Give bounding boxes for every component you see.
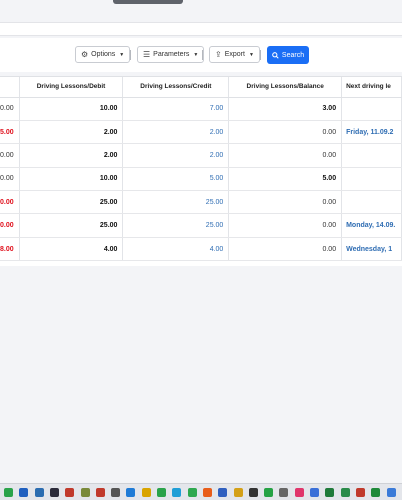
caret-down-icon: ▼ (248, 51, 254, 58)
amount-cell: 8.00 (0, 237, 20, 262)
balance-cell: 0.00 (228, 237, 343, 262)
credit-cell: 5.00 (122, 167, 230, 192)
next-lesson-cell[interactable]: Friday, 11.09.2 (341, 120, 402, 145)
app-icon-17[interactable] (248, 488, 258, 497)
table-row[interactable]: 0.00 10.00 5.00 5.00 (0, 167, 402, 192)
sliders-icon: ☰ (143, 50, 151, 59)
table-header-row: Driving Lessons/Debit Driving Lessons/Cr… (0, 77, 402, 98)
header-band (0, 22, 402, 36)
app-icon-3[interactable] (34, 488, 44, 497)
export-label: Export (224, 51, 245, 58)
toolbar-separator (260, 50, 261, 60)
search-label: Search (281, 51, 305, 59)
upload-icon: ⇪ (215, 50, 222, 59)
app-icon-2[interactable] (19, 488, 29, 497)
taskbar (0, 483, 402, 500)
caret-down-icon: ▼ (193, 51, 199, 58)
table-row[interactable]: 8.00 4.00 4.00 0.00 Wednesday, 1 (0, 237, 402, 262)
table-row[interactable]: 0.00 25.00 25.00 0.00 (0, 190, 402, 215)
app-icon-11[interactable] (157, 488, 166, 497)
amount-cell: 0.00 (0, 213, 20, 238)
data-table-container: Driving Lessons/Debit Driving Lessons/Cr… (0, 76, 402, 266)
credit-cell: 7.00 (122, 97, 230, 121)
app-icon-20[interactable] (294, 488, 304, 497)
table-row[interactable]: 0.00 10.00 7.00 3.00 (0, 97, 402, 121)
balance-cell: 0.00 (228, 190, 343, 215)
column-header-balance[interactable]: Driving Lessons/Balance (228, 77, 343, 98)
search-icon (272, 51, 279, 59)
app-icon-5[interactable] (65, 488, 75, 497)
gear-icon: ⚙ (81, 50, 89, 59)
next-lesson-cell (341, 143, 402, 168)
app-icon-24[interactable] (355, 488, 365, 497)
debit-cell: 2.00 (19, 120, 124, 145)
debit-cell: 25.00 (19, 213, 124, 238)
next-lesson-cell (341, 167, 402, 192)
balance-cell: 0.00 (228, 213, 343, 238)
next-lesson-cell (341, 97, 402, 121)
next-lesson-cell[interactable]: Monday, 14.09. (341, 213, 402, 238)
credit-cell: 2.00 (122, 120, 230, 145)
toolbar: ⚙ Options ▼ ☰ Parameters ▼ ⇪ Export ▼ Se… (0, 38, 402, 72)
amount-cell: 5.00 (0, 120, 20, 145)
app-icon-8[interactable] (111, 488, 121, 497)
amount-cell: 0.00 (0, 190, 20, 215)
balance-cell: 5.00 (228, 167, 343, 192)
app-icon-18[interactable] (264, 488, 274, 497)
toolbar-separator (202, 50, 203, 60)
balance-cell: 0.00 (228, 143, 343, 168)
app-icon-13[interactable] (187, 488, 197, 497)
balance-cell: 0.00 (228, 120, 343, 145)
table-row[interactable]: 0.00 25.00 25.00 0.00 Monday, 14.09. (0, 213, 402, 238)
parameters-label: Parameters (153, 51, 190, 58)
options-button[interactable]: ⚙ Options ▼ (75, 46, 131, 63)
credit-cell: 2.00 (122, 143, 230, 168)
parameters-button[interactable]: ☰ Parameters ▼ (137, 46, 205, 63)
app-icon-12[interactable] (172, 488, 182, 497)
app-icon-26[interactable] (386, 488, 396, 497)
app-icon-10[interactable] (141, 488, 151, 497)
debit-cell: 25.00 (19, 190, 124, 215)
app-icon-22[interactable] (325, 488, 335, 497)
debit-cell: 2.00 (19, 143, 124, 168)
options-label: Options (91, 51, 116, 58)
column-header-amount[interactable] (0, 77, 20, 98)
column-header-credit[interactable]: Driving Lessons/Credit (122, 77, 230, 98)
export-button[interactable]: ⇪ Export ▼ (209, 46, 260, 63)
caret-down-icon: ▼ (119, 51, 125, 58)
balance-cell: 3.00 (228, 97, 343, 121)
table-row[interactable]: 5.00 2.00 2.00 0.00 Friday, 11.09.2 (0, 120, 402, 145)
debit-cell: 10.00 (19, 167, 124, 192)
column-header-next-lesson[interactable]: Next driving le (341, 77, 402, 98)
credit-cell: 25.00 (122, 190, 230, 215)
app-icon-6[interactable] (80, 488, 90, 497)
app-icon-25[interactable] (371, 488, 381, 497)
next-lesson-cell (341, 190, 402, 215)
browser-top-area (0, 0, 402, 22)
amount-cell: 0.00 (0, 97, 20, 121)
column-header-debit[interactable]: Driving Lessons/Debit (19, 77, 124, 98)
debit-cell: 10.00 (19, 97, 124, 121)
app-icon-4[interactable] (49, 488, 59, 497)
app-icon-19[interactable] (279, 488, 289, 497)
data-table: Driving Lessons/Debit Driving Lessons/Cr… (0, 77, 402, 262)
app-icon-16[interactable] (233, 488, 243, 497)
search-button[interactable]: Search (267, 46, 309, 64)
app-icon-15[interactable] (218, 488, 228, 497)
app-icon-1[interactable] (4, 488, 13, 497)
app-icon-14[interactable] (202, 488, 212, 497)
next-lesson-cell[interactable]: Wednesday, 1 (341, 237, 402, 262)
amount-cell: 0.00 (0, 143, 20, 168)
debit-cell: 4.00 (19, 237, 124, 262)
window-tab-indicator[interactable] (113, 0, 183, 4)
table-row[interactable]: 0.00 2.00 2.00 0.00 (0, 143, 402, 168)
app-icon-9[interactable] (126, 488, 136, 497)
app-icon-21[interactable] (310, 488, 319, 497)
credit-cell: 25.00 (122, 213, 230, 238)
credit-cell: 4.00 (122, 237, 230, 262)
amount-cell: 0.00 (0, 167, 20, 192)
toolbar-separator (130, 50, 131, 60)
app-icon-7[interactable] (95, 488, 105, 497)
app-icon-23[interactable] (340, 488, 350, 497)
